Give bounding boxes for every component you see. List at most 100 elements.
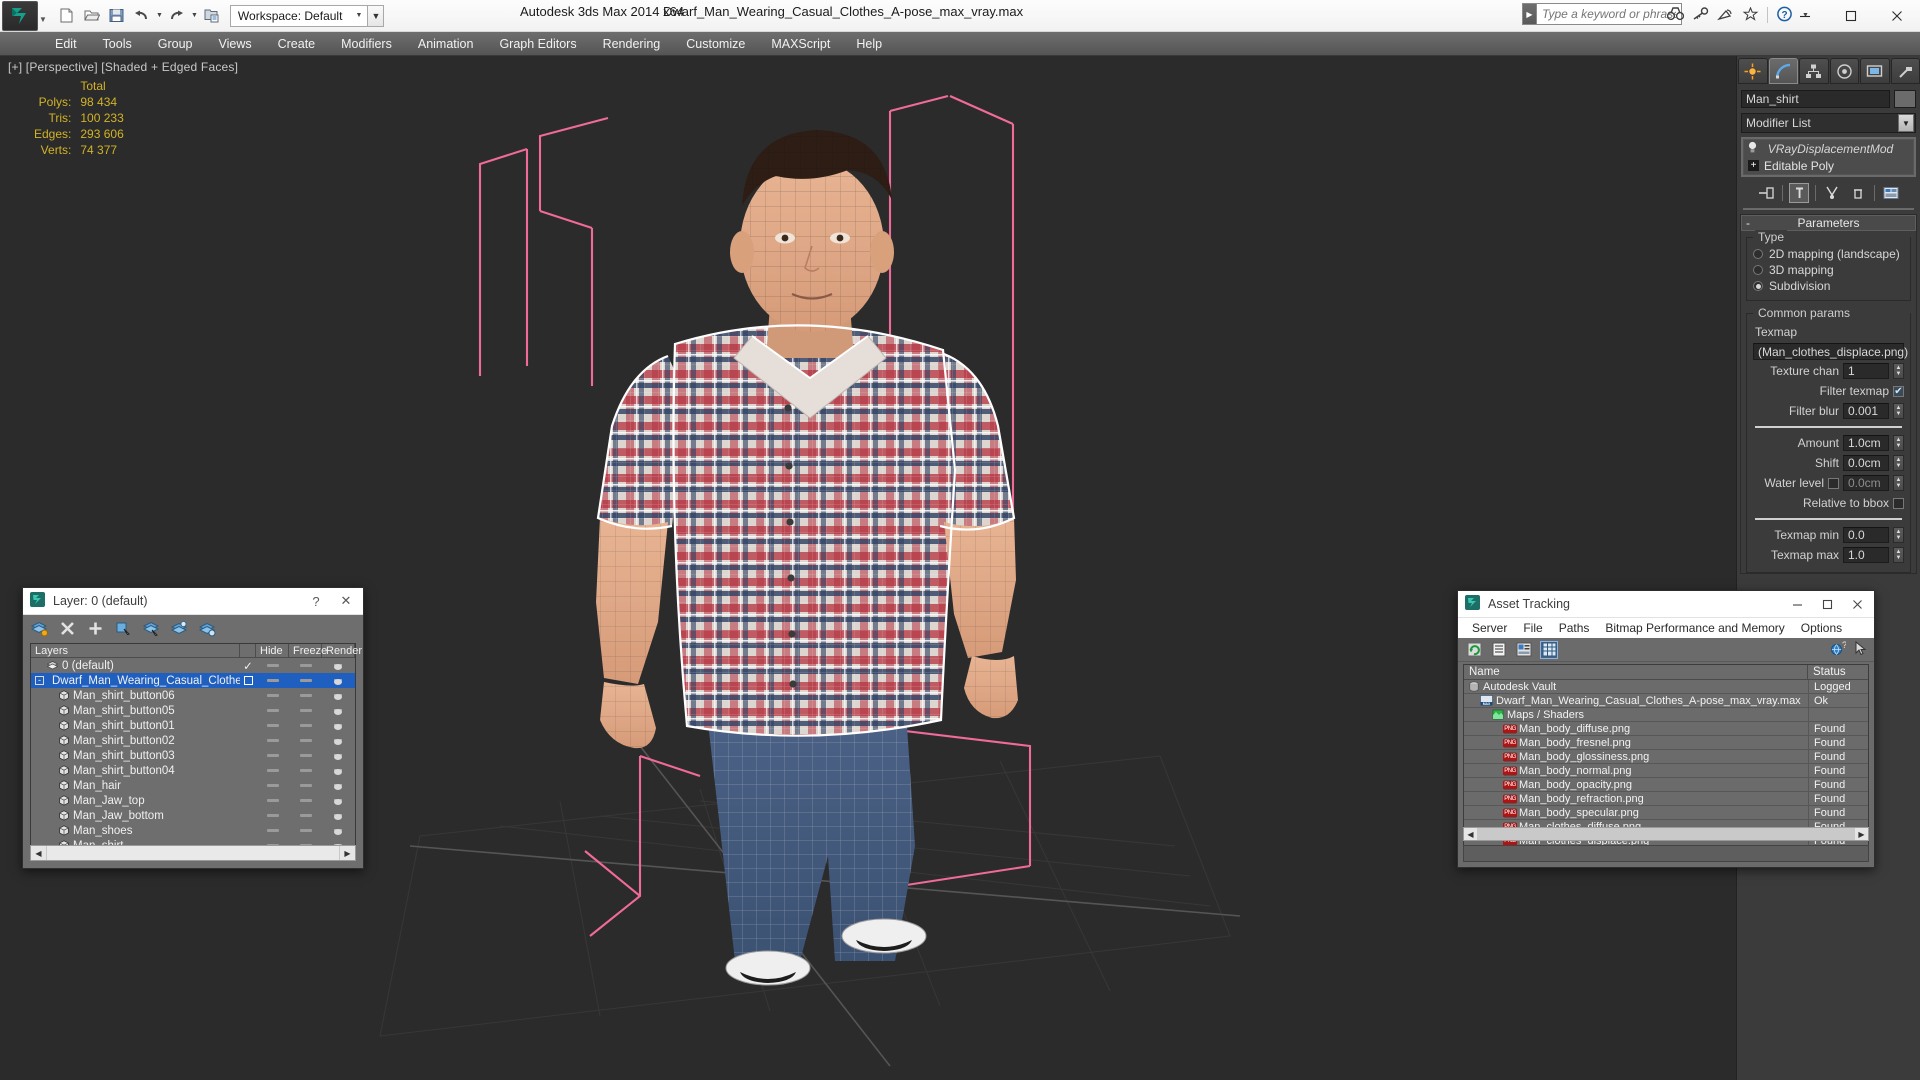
- utilities-tab[interactable]: [1890, 58, 1920, 84]
- layer-list-item[interactable]: Man_Jaw_top: [31, 793, 355, 808]
- layer-hide-cell[interactable]: [256, 679, 289, 682]
- asset-minimize-button[interactable]: [1782, 592, 1812, 617]
- layer-active-cell[interactable]: ✓: [240, 659, 256, 673]
- asset-close-button[interactable]: [1842, 592, 1872, 617]
- app-logo-caret-icon[interactable]: ▼: [39, 15, 47, 24]
- layer-list-item[interactable]: -Dwarf_Man_Wearing_Casual_Clothes_A-pose: [31, 673, 355, 688]
- column-blank[interactable]: [240, 644, 256, 657]
- layer-list-item[interactable]: Man_Jaw_bottom: [31, 808, 355, 823]
- texmap-min-field[interactable]: 0.0: [1843, 527, 1889, 543]
- select-objects-in-layer-icon[interactable]: [115, 620, 132, 637]
- layer-render-cell[interactable]: [322, 826, 355, 836]
- refresh-icon[interactable]: [1465, 641, 1483, 659]
- layer-hide-cell[interactable]: [256, 799, 289, 802]
- asset-menu-bitmap-performance[interactable]: Bitmap Performance and Memory: [1597, 619, 1792, 637]
- layer-render-cell[interactable]: [322, 811, 355, 821]
- layer-render-cell[interactable]: [322, 796, 355, 806]
- texmap-max-field[interactable]: 1.0: [1843, 547, 1889, 563]
- asset-tracking-window[interactable]: Asset Tracking Server File Paths Bitmap …: [1457, 590, 1875, 868]
- asset-horizontal-scrollbar[interactable]: ◀ ▶: [1463, 827, 1869, 841]
- scroll-right-icon[interactable]: ▶: [340, 846, 355, 860]
- asset-list-item[interactable]: PNG Man_body_diffuse.png Found: [1464, 721, 1868, 736]
- redo-dropdown-caret-icon[interactable]: ▼: [190, 12, 199, 19]
- column-layers[interactable]: Layers: [31, 644, 240, 657]
- layer-list-item[interactable]: Man_shirt_button01: [31, 718, 355, 733]
- menu-item-help[interactable]: Help: [843, 34, 895, 54]
- layer-list-item[interactable]: Man_hair: [31, 778, 355, 793]
- layer-properties-icon[interactable]: [199, 620, 216, 637]
- menu-item-maxscript[interactable]: MAXScript: [758, 34, 843, 54]
- modifier-stack-item-editable-poly[interactable]: + Editable Poly: [1744, 157, 1913, 174]
- menu-item-views[interactable]: Views: [205, 34, 264, 54]
- layer-freeze-cell[interactable]: [289, 769, 322, 772]
- detail-view-icon[interactable]: [1515, 641, 1533, 659]
- hierarchy-tab[interactable]: [1799, 58, 1829, 84]
- highlight-selected-objects-icon[interactable]: [143, 620, 160, 637]
- layer-freeze-cell[interactable]: [289, 694, 322, 697]
- app-logo-button[interactable]: [2, 0, 38, 31]
- undo-dropdown-caret-icon[interactable]: ▼: [155, 12, 164, 19]
- parameters-rollout-header[interactable]: - Parameters: [1741, 215, 1916, 231]
- object-color-swatch[interactable]: [1894, 90, 1916, 108]
- asset-list-item[interactable]: Autodesk Vault Logged: [1464, 680, 1868, 694]
- layer-window-titlebar[interactable]: Layer: 0 (default) ? ✕: [23, 588, 363, 615]
- modifier-stack-item-vraydisplacementmod[interactable]: VRayDisplacementMod: [1744, 140, 1913, 157]
- modify-tab[interactable]: [1768, 58, 1798, 84]
- scroll-left-icon[interactable]: ◀: [31, 846, 46, 860]
- layer-render-cell[interactable]: [322, 691, 355, 701]
- shift-spinner[interactable]: ▲ ▼: [1893, 455, 1904, 471]
- save-file-icon[interactable]: [105, 4, 129, 28]
- hide-unselected-icon[interactable]: [171, 620, 188, 637]
- layer-hide-cell[interactable]: [256, 769, 289, 772]
- amount-field[interactable]: 1.0cm: [1843, 435, 1889, 451]
- layer-list-item[interactable]: Man_shirt_button04: [31, 763, 355, 778]
- scroll-left-icon[interactable]: ◀: [1464, 828, 1477, 840]
- expander-minus-icon[interactable]: -: [35, 676, 44, 685]
- layer-freeze-cell[interactable]: [289, 799, 322, 802]
- lightbulb-icon[interactable]: [1747, 141, 1758, 157]
- open-file-icon[interactable]: [80, 4, 104, 28]
- asset-list-item[interactable]: MAX Dwarf_Man_Wearing_Casual_Clothes_A-po…: [1464, 693, 1868, 708]
- layer-hide-cell[interactable]: [256, 694, 289, 697]
- asset-list-item[interactable]: PNG Man_body_glossiness.png Found: [1464, 749, 1868, 764]
- layer-window[interactable]: Layer: 0 (default) ? ✕ Layers Hide Freez…: [22, 587, 364, 869]
- set-project-folder-icon[interactable]: [200, 4, 224, 28]
- texture-chan-spinner[interactable]: ▲ ▼: [1893, 363, 1904, 379]
- layer-freeze-cell[interactable]: [289, 724, 322, 727]
- layer-help-button[interactable]: ?: [301, 589, 331, 614]
- menu-item-animation[interactable]: Animation: [405, 34, 487, 54]
- menu-item-group[interactable]: Group: [145, 34, 206, 54]
- search-expand-caret-icon[interactable]: ▶: [1522, 3, 1536, 25]
- layer-list-item[interactable]: Man_shoes: [31, 823, 355, 838]
- workspace-selector[interactable]: Workspace: Default ▼: [229, 4, 369, 27]
- asset-list[interactable]: Name Status Autodesk Vault Logged MAX Dwarf…: [1463, 664, 1869, 850]
- minimize-button[interactable]: [1782, 0, 1828, 31]
- layer-render-cell[interactable]: [322, 781, 355, 791]
- water-level-spinner[interactable]: ▲ ▼: [1893, 475, 1904, 491]
- search-input[interactable]: [1536, 3, 1682, 25]
- layer-render-cell[interactable]: [322, 661, 355, 671]
- radio-2d-mapping[interactable]: 2D mapping (landscape): [1753, 246, 1904, 262]
- motion-tab[interactable]: [1829, 58, 1859, 84]
- asset-list-item[interactable]: PNG Man_body_normal.png Found: [1464, 763, 1868, 778]
- menu-item-create[interactable]: Create: [265, 34, 329, 54]
- column-hide[interactable]: Hide: [256, 644, 289, 657]
- asset-list-item[interactable]: PNG Man_body_specular.png Found: [1464, 805, 1868, 820]
- delete-layer-icon[interactable]: [59, 620, 76, 637]
- layer-freeze-cell[interactable]: [289, 754, 322, 757]
- key-icon[interactable]: [1692, 6, 1709, 24]
- layer-hide-cell[interactable]: [256, 739, 289, 742]
- water-level-checkbox[interactable]: [1828, 477, 1839, 489]
- layer-freeze-cell[interactable]: [289, 679, 322, 682]
- column-freeze[interactable]: Freeze: [289, 644, 327, 657]
- cursor-icon[interactable]: [1854, 640, 1868, 659]
- scroll-right-icon[interactable]: ▶: [1855, 828, 1868, 840]
- modifier-list-caret-icon[interactable]: ▼: [1898, 114, 1914, 132]
- asset-list-item[interactable]: Maps / Shaders: [1464, 707, 1868, 722]
- close-button[interactable]: [1874, 0, 1920, 31]
- layer-active-cell[interactable]: [240, 676, 256, 685]
- asset-menu-options[interactable]: Options: [1793, 619, 1850, 637]
- menu-item-tools[interactable]: Tools: [90, 34, 145, 54]
- radio-3d-mapping[interactable]: 3D mapping: [1753, 262, 1904, 278]
- layer-list-item[interactable]: Man_shirt_button02: [31, 733, 355, 748]
